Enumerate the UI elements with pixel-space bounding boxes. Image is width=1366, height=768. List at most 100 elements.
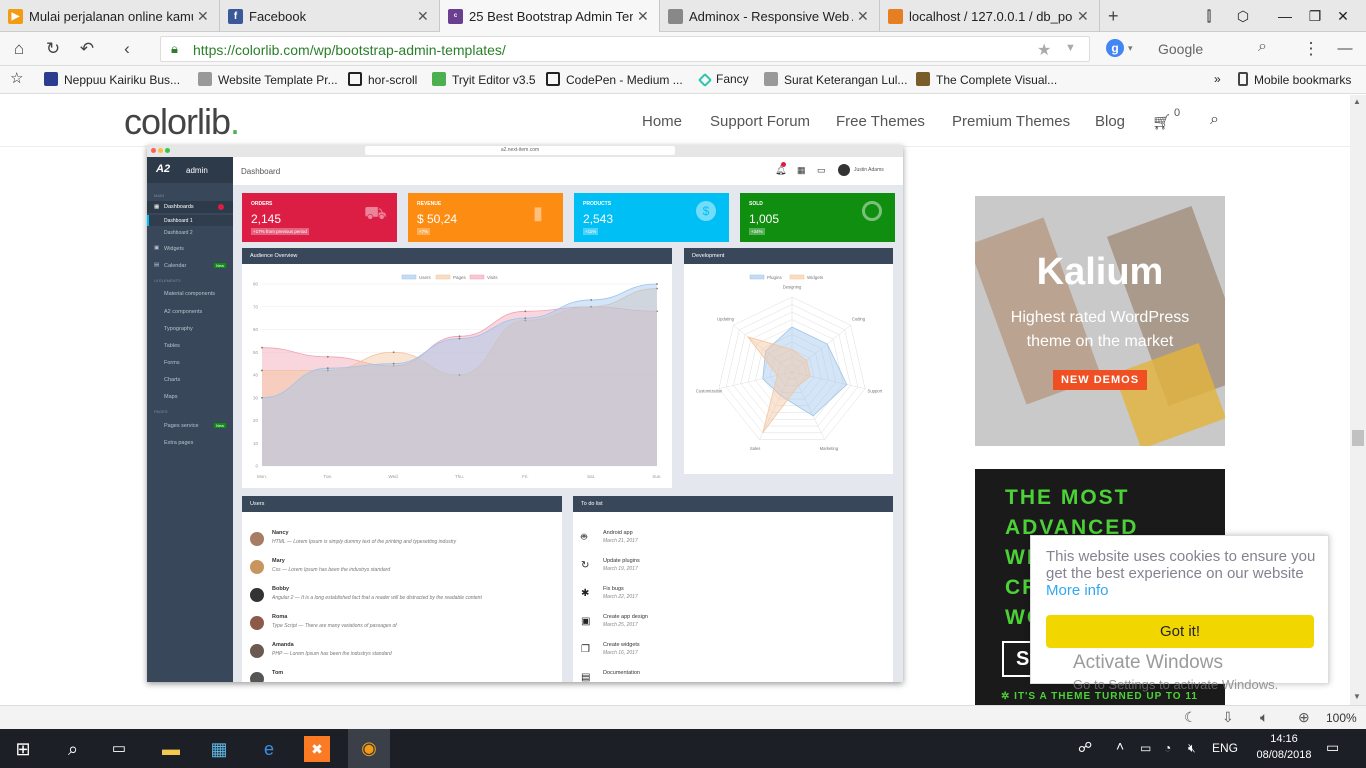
bookmark-item[interactable]: Fancy <box>697 72 749 88</box>
url-bar[interactable]: 🔒︎ https://colorlib.com/wp/bootstrap-adm… <box>160 36 1090 62</box>
star-icon[interactable]: ★ <box>1037 40 1051 60</box>
back-icon[interactable]: ‹ <box>116 38 138 60</box>
more-info-link[interactable]: More info <box>1046 582 1109 599</box>
search-bar[interactable]: g ▾ Google ⌕ <box>1096 36 1286 62</box>
undo-icon[interactable]: ↶ <box>76 38 98 60</box>
bookmark-item[interactable]: Website Template Pr... <box>198 72 338 87</box>
store-icon[interactable]: ▦ <box>206 736 232 762</box>
sidebar-item-typography[interactable]: Typography <box>164 326 193 332</box>
sidebar-item-a2[interactable]: A2 components <box>164 309 202 315</box>
edge-icon[interactable]: e <box>256 736 282 762</box>
chevron-down-icon[interactable]: ▼ <box>1065 42 1076 54</box>
user-desc: Type Script — There are many variations … <box>272 623 397 629</box>
bookmark-item[interactable]: Surat Keterangan Lul... <box>764 72 907 87</box>
kalium-ad[interactable]: Kalium Highest rated WordPress theme on … <box>975 196 1225 446</box>
language-indicator[interactable]: ENG <box>1212 741 1238 755</box>
search-icon[interactable]: ⌕ <box>1210 111 1219 129</box>
new-demos-button[interactable]: NEW DEMOS <box>1053 370 1147 390</box>
bookmark-item[interactable]: Neppuu Kairiku Bus... <box>44 72 180 87</box>
chevron-up-icon[interactable]: ˄ <box>1116 738 1124 754</box>
night-mode-icon[interactable]: ☾ <box>1184 709 1197 726</box>
nav-home[interactable]: Home <box>642 113 682 130</box>
menu-icon[interactable]: ⋮ <box>1300 38 1322 60</box>
sidebar-item-dashboard-1[interactable]: Dashboard 1 <box>147 215 233 226</box>
sidebar-item-material[interactable]: Material components <box>164 291 215 297</box>
user-icon[interactable]: — <box>1334 38 1356 60</box>
file-explorer-icon[interactable]: ▬ <box>158 736 184 762</box>
clock-date[interactable]: 08/08/2018 <box>1256 749 1312 761</box>
bookmarks-overflow-button[interactable]: » <box>1214 72 1221 86</box>
avatar[interactable] <box>838 164 850 176</box>
bookmark-item[interactable]: Tryit Editor v3.5 <box>432 72 536 87</box>
nav-premium-themes[interactable]: Premium Themes <box>952 113 1070 130</box>
todo-date: March 21, 2017 <box>603 538 638 544</box>
wifi-icon[interactable]: ◔ <box>1164 741 1171 755</box>
close-icon[interactable]: ✕ <box>197 8 211 25</box>
bookmark-item[interactable]: hor-scroll <box>348 72 417 87</box>
mute-icon[interactable]: 🔇︎ <box>1188 741 1196 756</box>
tab-mulai[interactable]: ▶ Mulai perjalanan online kamu ✕ <box>0 0 220 32</box>
tab-colorlib[interactable]: c 25 Best Bootstrap Admin Temp ✕ <box>440 0 660 32</box>
close-icon[interactable]: ✕ <box>1077 8 1091 25</box>
tab-adminox[interactable]: Adminox - Responsive Web Ap ✕ <box>660 0 880 32</box>
download-icon[interactable]: ⇩ <box>1222 709 1234 726</box>
legend-label: Plugins <box>767 275 783 280</box>
people-icon[interactable]: ☍ <box>1078 739 1092 756</box>
scrollbar-thumb[interactable] <box>1352 430 1364 446</box>
xampp-icon[interactable]: ✖ <box>304 736 330 762</box>
sidebar-item-maps[interactable]: Maps <box>164 394 177 400</box>
sidebar-item-extra-pages[interactable]: Extra pages <box>164 440 193 446</box>
kpi-orders: ORDERS 2,145 +17% from previous period ⛟ <box>242 193 397 242</box>
notifications-icon[interactable]: ▭ <box>1326 739 1339 756</box>
mobile-bookmarks[interactable]: Mobile bookmarks <box>1238 72 1351 87</box>
scroll-up-icon[interactable]: ▲ <box>1353 97 1361 106</box>
home-icon[interactable]: ⌂ <box>8 38 30 60</box>
close-icon[interactable]: ✕ <box>857 8 871 25</box>
legend-label: Widgets <box>807 275 824 280</box>
calendar-icon[interactable]: ▦ <box>797 165 806 176</box>
page-scrollbar[interactable]: ▲ ▼ <box>1350 95 1366 705</box>
chevron-down-icon[interactable]: ▾ <box>1128 43 1133 54</box>
bookmark-item[interactable]: The Complete Visual... <box>916 72 1057 87</box>
reload-icon[interactable]: ↻ <box>42 38 64 60</box>
cookie-accept-button[interactable]: Got it! <box>1046 615 1314 648</box>
sidebar-item-calendar[interactable]: Calendar <box>164 263 186 269</box>
url-text[interactable]: https://colorlib.com/wp/bootstrap-admin-… <box>193 42 506 58</box>
user-name[interactable]: Justin Adams <box>854 167 884 173</box>
nav-blog[interactable]: Blog <box>1095 113 1125 130</box>
battery-icon[interactable]: ▭ <box>1140 741 1151 755</box>
nav-free-themes[interactable]: Free Themes <box>836 113 925 130</box>
bookmark-item[interactable]: CodePen - Medium ... <box>546 72 683 87</box>
users-panel: Users Nancy HTML — Lorem Ipsum is simply … <box>242 496 562 682</box>
windows-start-icon[interactable]: ⊞ <box>10 736 36 762</box>
sidebar-item-forms[interactable]: Forms <box>164 360 180 366</box>
sidebar-item-tables[interactable]: Tables <box>164 343 180 349</box>
sidebar-item-dashboard-2[interactable]: Dashboard 2 <box>164 230 193 236</box>
search-icon[interactable]: ⌕ <box>1258 38 1267 56</box>
close-icon[interactable]: ✕ <box>417 8 431 25</box>
chat-icon[interactable]: ▭ <box>817 165 826 176</box>
zoom-level[interactable]: 100% <box>1326 711 1357 725</box>
new-tab-button[interactable]: + <box>1100 0 1130 32</box>
sidebar-item-widgets[interactable]: Widgets <box>164 246 184 252</box>
site-logo[interactable]: colorlib. <box>124 101 240 143</box>
nav-support-forum[interactable]: Support Forum <box>710 113 810 130</box>
tab-facebook[interactable]: f Facebook ✕ <box>220 0 440 32</box>
search-icon[interactable]: ⌕ <box>60 736 86 762</box>
uc-browser-icon[interactable]: ◉ <box>348 729 390 768</box>
star-icon[interactable]: ☆ <box>10 69 23 87</box>
task-view-icon[interactable]: ▭ <box>106 736 132 762</box>
data-point <box>326 355 329 358</box>
zoom-icon[interactable]: ⊕ <box>1298 709 1310 726</box>
sidebar-item-pages-service[interactable]: Pages service <box>164 423 199 429</box>
scroll-down-icon[interactable]: ▼ <box>1353 692 1361 701</box>
close-window-button[interactable]: ✕ <box>1318 0 1366 32</box>
cart-icon[interactable]: 🛒︎ <box>1152 113 1171 131</box>
volume-icon[interactable]: 🔈︎ <box>1260 709 1268 726</box>
tab-localhost[interactable]: localhost / 127.0.0.1 / db_polik ✕ <box>880 0 1100 32</box>
clock-time[interactable]: 14:16 <box>1256 733 1312 745</box>
search-engine-label[interactable]: Google <box>1158 41 1203 57</box>
sidebar-item-dashboards[interactable]: ▦ Dashboards <box>147 201 233 213</box>
sidebar-item-charts[interactable]: Charts <box>164 377 180 383</box>
close-icon[interactable]: ✕ <box>637 8 651 25</box>
